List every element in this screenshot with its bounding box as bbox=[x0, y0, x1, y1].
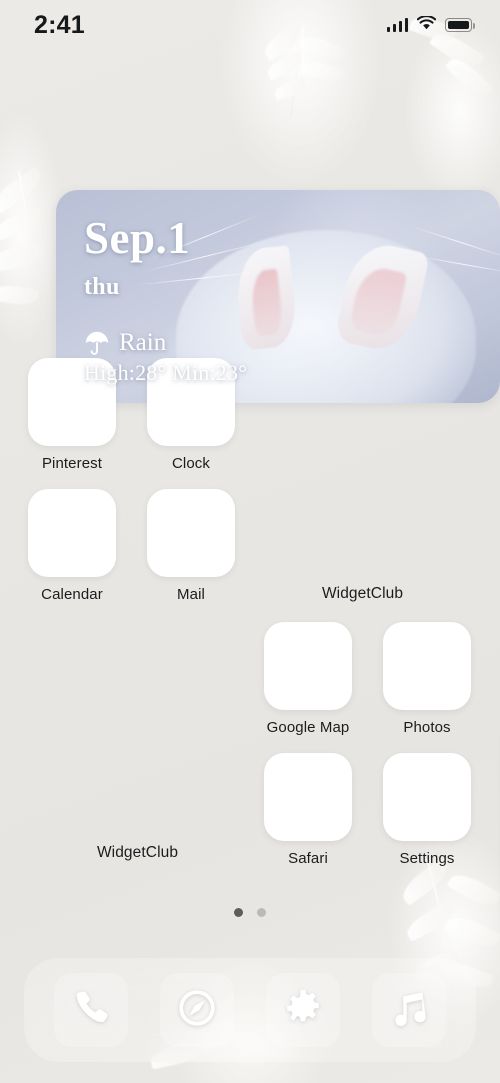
home-screen: 2:41 Sep.1 thu Rain High:28° Min:23° Pin… bbox=[0, 0, 500, 1083]
weather-date: Sep.1 bbox=[84, 213, 191, 263]
dock bbox=[24, 958, 476, 1062]
app-icon-settings[interactable]: Settings bbox=[383, 753, 471, 867]
page-dot-2[interactable] bbox=[257, 908, 266, 917]
clock-widget-label: WidgetClub bbox=[96, 844, 179, 861]
page-dot-1[interactable] bbox=[234, 908, 243, 917]
dock-app-phone[interactable] bbox=[54, 973, 128, 1047]
weather-widget[interactable]: Sep.1 thu Rain High:28° Min:23° bbox=[56, 190, 500, 403]
music-note-icon bbox=[389, 988, 429, 1033]
weather-widget-container[interactable]: Sep.1 thu Rain High:28° Min:23° Wi bbox=[28, 95, 500, 403]
dock-app-settings[interactable] bbox=[266, 973, 340, 1047]
weather-temperatures: High:28° Min:23° bbox=[84, 360, 248, 385]
status-bar-time: 2:41 bbox=[34, 10, 85, 39]
app-label-pinterest: Pinterest bbox=[41, 455, 103, 472]
safari-icon[interactable] bbox=[264, 753, 352, 841]
calendar-icon[interactable] bbox=[28, 489, 116, 577]
home-screen-page: Sep.1 thu Rain High:28° Min:23° Wi bbox=[0, 0, 500, 1083]
mail-icon[interactable] bbox=[147, 489, 235, 577]
app-icon-google-map[interactable]: Google Map bbox=[264, 622, 352, 736]
battery-widget-label: WidgetClub bbox=[321, 585, 404, 602]
settings-icon[interactable] bbox=[383, 753, 471, 841]
gear-icon bbox=[283, 988, 323, 1033]
weather-condition-row: Rain bbox=[84, 329, 500, 357]
app-icon-photos[interactable]: Photos bbox=[383, 622, 471, 736]
app-icon-safari[interactable]: Safari bbox=[264, 753, 352, 867]
dock-app-safari[interactable] bbox=[160, 973, 234, 1047]
umbrella-icon bbox=[84, 331, 110, 355]
app-label-clock: Clock bbox=[171, 455, 210, 472]
app-label-safari: Safari bbox=[288, 850, 328, 867]
clock-widget-container[interactable]: 21:18 THU, Sep.1 WidgetClub bbox=[28, 617, 247, 862]
cellular-signal-icon bbox=[386, 18, 408, 32]
google-map-icon[interactable] bbox=[264, 622, 352, 710]
weather-widget-content: Sep.1 thu Rain High:28° Min:23° bbox=[56, 190, 500, 403]
dock-app-music[interactable] bbox=[372, 973, 446, 1047]
app-label-google-map: Google Map bbox=[266, 719, 350, 736]
status-bar-icons bbox=[386, 14, 475, 35]
compass-icon bbox=[177, 988, 217, 1033]
status-bar: 2:41 bbox=[0, 0, 500, 50]
weather-day: thu bbox=[84, 274, 120, 300]
wifi-icon bbox=[416, 14, 437, 35]
app-icon-calendar[interactable]: Calendar bbox=[28, 489, 116, 603]
app-label-calendar: Calendar bbox=[41, 586, 103, 603]
app-label-photos: Photos bbox=[403, 719, 451, 736]
app-icon-mail[interactable]: Mail bbox=[147, 489, 235, 603]
battery-icon bbox=[445, 18, 475, 32]
phone-icon bbox=[71, 988, 111, 1033]
page-indicator[interactable] bbox=[0, 908, 500, 917]
weather-condition-text: Rain bbox=[119, 329, 167, 356]
photos-icon[interactable] bbox=[383, 622, 471, 710]
app-label-settings: Settings bbox=[399, 850, 455, 867]
app-label-mail: Mail bbox=[177, 586, 205, 603]
